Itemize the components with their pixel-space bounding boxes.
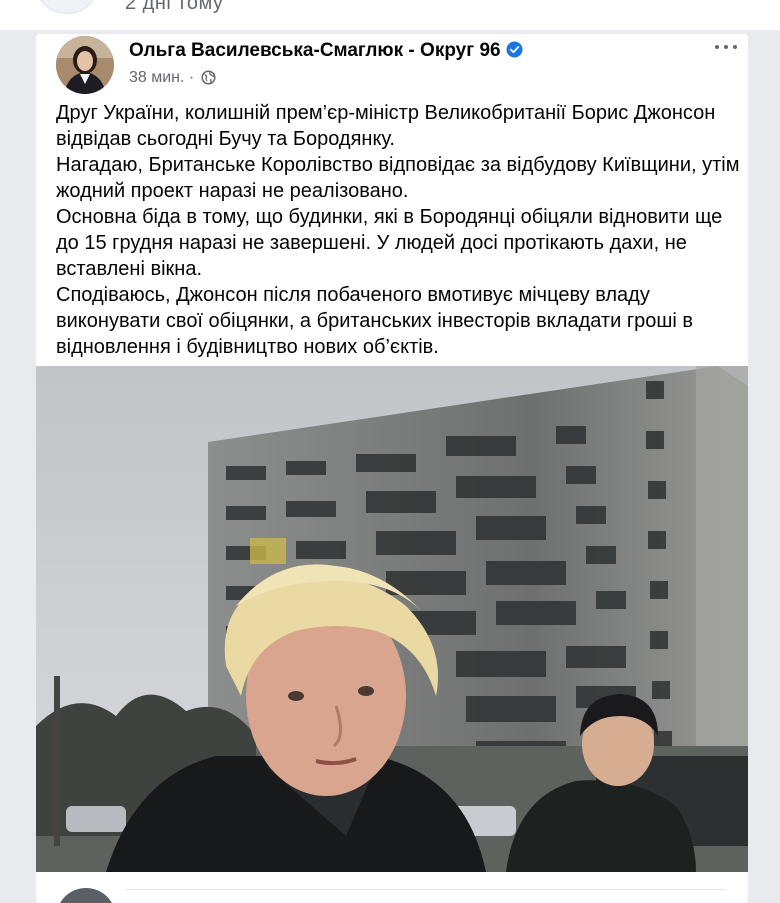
post-card: Ольга Василевська-Смаглюк - Округ 96 38 … [36,34,748,903]
post-paragraph: Нагадаю, Британське Королівство відповід… [56,154,740,202]
post-time[interactable]: 38 мин. [129,69,184,86]
post-text: Друг України, колишній прем’єр-міністр В… [56,100,746,360]
post-paragraph: Друг України, колишній прем’єр-міністр В… [56,102,716,150]
author-name-text[interactable]: Ольга Василевська-Смаглюк - Округ 96 [129,40,501,61]
post-meta: 38 мин. · [129,69,216,90]
post-paragraph: Основна біда в тому, що будинки, які в Б… [56,206,723,280]
previous-post-avatar[interactable] [34,0,100,14]
divider [126,889,726,890]
post-footer-strip [36,880,748,903]
post-photo[interactable] [36,366,748,872]
verified-badge-icon [506,41,523,64]
post-paragraph: Сподіваюсь, Джонсон після побаченого вмо… [56,284,694,358]
author-avatar[interactable] [56,36,114,94]
more-options-icon[interactable] [714,40,740,54]
meta-separator: · [188,69,195,86]
globe-icon[interactable] [201,70,216,90]
previous-post-footer: 2 дні тому [0,0,780,30]
author-name[interactable]: Ольга Василевська-Смаглюк - Округ 96 [129,40,523,64]
previous-post-time[interactable]: 2 дні тому [125,0,223,15]
